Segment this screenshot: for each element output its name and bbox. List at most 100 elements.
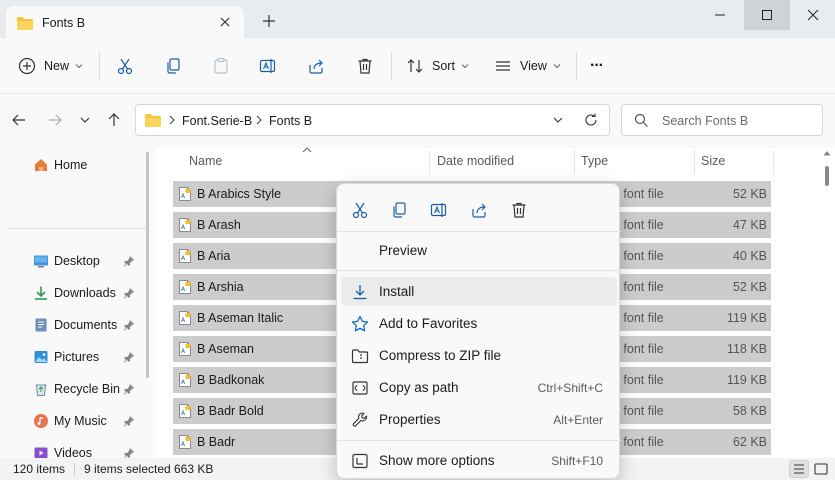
- context-rename-button[interactable]: [426, 198, 452, 222]
- zip-folder-icon: [351, 347, 369, 365]
- sidebar-scrollbar[interactable]: [146, 152, 149, 378]
- tab-fonts-b[interactable]: Fonts B: [6, 6, 244, 40]
- column-divider[interactable]: [773, 150, 774, 174]
- address-dropdown-icon[interactable]: [552, 115, 564, 125]
- sidebar-item-recycle-bin[interactable]: Recycle Bin: [0, 375, 150, 403]
- paste-button[interactable]: [212, 52, 230, 80]
- address-bar[interactable]: Font.Serie-B Fonts B: [135, 104, 610, 136]
- column-header-date-modified[interactable]: Date modified: [437, 154, 514, 168]
- copy-button[interactable]: [164, 52, 182, 80]
- delete-button[interactable]: [356, 52, 374, 80]
- file-size: 118 KB: [726, 342, 767, 356]
- divider: [8, 228, 148, 229]
- selected-size: 663 KB: [174, 462, 214, 476]
- cut-button[interactable]: [116, 52, 134, 80]
- menu-item-install[interactable]: Install: [341, 277, 617, 306]
- rename-icon: [430, 201, 448, 219]
- file-name: B Badkonak: [197, 373, 265, 387]
- minimize-button[interactable]: [697, 0, 743, 30]
- recent-chevron-icon[interactable]: [78, 112, 92, 128]
- share-button[interactable]: [307, 52, 325, 80]
- sidebar-item-downloads[interactable]: Downloads: [0, 279, 150, 307]
- context-delete-button[interactable]: [506, 198, 532, 222]
- menu-item-properties[interactable]: Properties Alt+Enter: [341, 405, 617, 434]
- content-scrollbar[interactable]: [825, 166, 829, 186]
- more-options-button[interactable]: ···: [590, 52, 604, 80]
- pin-icon[interactable]: [123, 319, 135, 331]
- pin-icon[interactable]: [123, 383, 135, 395]
- menu-item-show-more-options[interactable]: Show more options Shift+F10: [341, 446, 617, 475]
- sidebar-item-desktop[interactable]: Desktop: [0, 247, 150, 275]
- forward-arrow-icon[interactable]: [47, 112, 63, 128]
- file-size: 119 KB: [726, 373, 767, 387]
- scroll-up-icon[interactable]: [823, 150, 831, 156]
- sort-label: Sort: [432, 59, 455, 73]
- tiles-view-button[interactable]: [813, 461, 829, 477]
- column-divider[interactable]: [429, 150, 430, 174]
- sidebar-item-label: Documents: [54, 318, 118, 332]
- close-window-button[interactable]: [790, 0, 835, 30]
- properties-label: Properties: [379, 412, 441, 427]
- file-type: e font file: [613, 187, 664, 201]
- divider: [337, 231, 621, 232]
- pin-icon[interactable]: [123, 415, 135, 427]
- new-tab-icon[interactable]: [262, 14, 276, 28]
- more-options-shortcut: Shift+F10: [551, 454, 603, 468]
- pin-icon[interactable]: [123, 351, 135, 363]
- context-cut-button[interactable]: [347, 198, 373, 222]
- column-header-size[interactable]: Size: [701, 154, 725, 168]
- sort-ascending-icon: [302, 147, 312, 153]
- file-name: B Badr Bold: [197, 404, 264, 418]
- menu-item-preview[interactable]: Preview: [341, 236, 617, 265]
- context-copy-button[interactable]: [386, 198, 412, 222]
- sidebar-item-label: Downloads: [54, 286, 116, 300]
- recycle-bin-icon: [33, 381, 49, 397]
- file-size: 58 KB: [732, 404, 767, 418]
- document-icon: [33, 317, 49, 333]
- search-input[interactable]: Search Fonts B: [662, 114, 748, 128]
- column-divider[interactable]: [574, 150, 575, 174]
- column-header-name[interactable]: Name: [189, 154, 222, 168]
- home-icon: [33, 157, 49, 173]
- refresh-icon[interactable]: [583, 112, 599, 128]
- font-file-icon: A: [177, 403, 193, 419]
- pin-icon[interactable]: [123, 287, 135, 299]
- share-icon: [307, 57, 325, 75]
- chevron-down-icon: [553, 63, 561, 69]
- breadcrumb-chevron-icon: [255, 114, 263, 126]
- menu-item-add-to-favorites[interactable]: Add to Favorites: [341, 309, 617, 338]
- rename-button[interactable]: [259, 52, 277, 80]
- back-arrow-icon[interactable]: [11, 112, 27, 128]
- details-view-button[interactable]: [789, 460, 809, 478]
- column-divider[interactable]: [694, 150, 695, 174]
- file-name: B Arshia: [197, 280, 244, 294]
- context-share-button[interactable]: [466, 198, 492, 222]
- view-button[interactable]: View: [494, 52, 561, 80]
- menu-item-compress-zip[interactable]: Compress to ZIP file: [341, 341, 617, 370]
- install-label: Install: [379, 284, 415, 299]
- sidebar-item-my-music[interactable]: My Music: [0, 407, 150, 435]
- sidebar-item-pictures[interactable]: Pictures: [0, 343, 150, 371]
- breadcrumb-font-serie-b[interactable]: Font.Serie-B: [182, 114, 252, 128]
- command-bar: New Sort View ···: [0, 38, 835, 94]
- item-count: 120 items: [13, 462, 66, 476]
- close-tab-icon[interactable]: [218, 15, 232, 29]
- sort-button[interactable]: Sort: [406, 52, 469, 80]
- breadcrumb-fonts-b[interactable]: Fonts B: [269, 114, 312, 128]
- pin-icon[interactable]: [123, 255, 135, 267]
- sidebar-item-documents[interactable]: Documents: [0, 311, 150, 339]
- maximize-button[interactable]: [744, 0, 790, 30]
- font-file-icon: A: [177, 372, 193, 388]
- column-header-type[interactable]: Type: [581, 154, 608, 168]
- file-name: B Aria: [197, 249, 231, 263]
- search-box[interactable]: Search Fonts B: [621, 104, 823, 136]
- menu-item-copy-as-path[interactable]: Copy as path Ctrl+Shift+C: [341, 373, 617, 402]
- font-file-icon: A: [177, 341, 193, 357]
- sidebar-item-home[interactable]: Home: [0, 151, 150, 179]
- up-arrow-icon[interactable]: [106, 112, 122, 128]
- delete-icon: [356, 57, 374, 75]
- sidebar-item-label: My Music: [54, 414, 107, 428]
- new-button[interactable]: New: [18, 52, 83, 80]
- font-file-icon: A: [177, 217, 193, 233]
- file-name: B Badr: [197, 435, 236, 449]
